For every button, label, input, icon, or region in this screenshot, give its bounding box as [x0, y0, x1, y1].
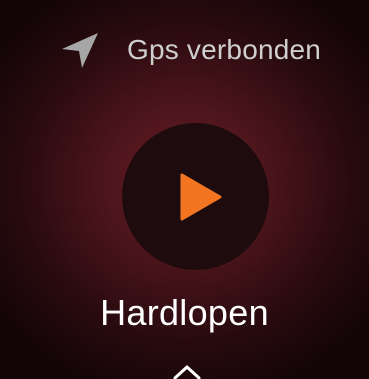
navigation-arrow-icon [60, 28, 108, 72]
activity-title: Hardlopen [100, 292, 269, 333]
play-icon [170, 173, 222, 221]
start-activity-button[interactable] [122, 123, 269, 270]
chevron-up-icon[interactable] [172, 364, 202, 379]
gps-status: Gps verbonden [60, 28, 321, 72]
gps-status-label: Gps verbonden [127, 34, 322, 65]
activity-start-screen: Gps verbonden Hardlopen [0, 0, 369, 379]
